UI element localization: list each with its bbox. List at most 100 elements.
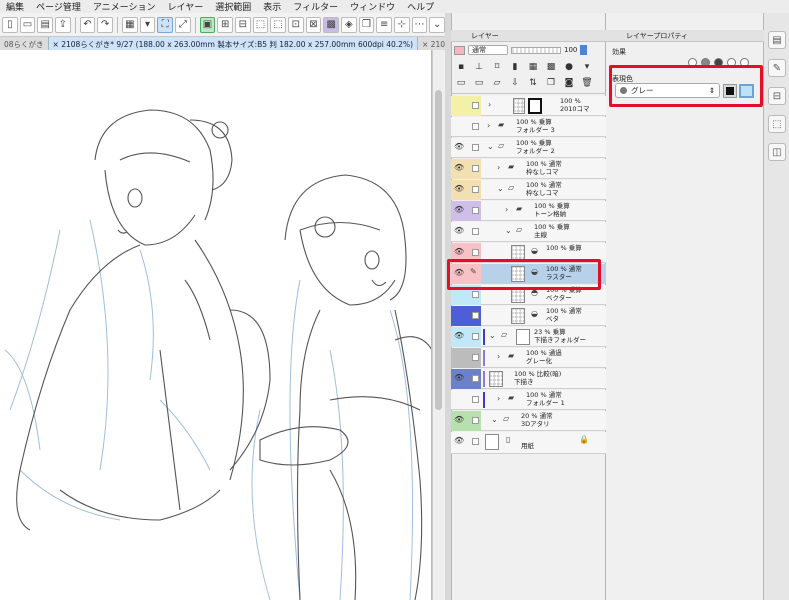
menu-animation[interactable]: アニメーション [87, 0, 162, 13]
layer-row[interactable]: 👁 ⌄ ▱ 23 % 乗算 下描きフォルダー [451, 327, 606, 347]
fit-selection-icon[interactable]: ⛶ [157, 16, 173, 33]
layer-checkbox[interactable] [472, 165, 479, 172]
grid-icon[interactable]: ⊞ [217, 16, 233, 33]
eye-icon[interactable]: 👁 [454, 416, 464, 426]
menu-layer[interactable]: レイヤー [161, 0, 209, 13]
menu-edit[interactable]: 編集 [0, 0, 30, 13]
invert-selection-icon[interactable]: ⊡ [287, 16, 304, 33]
add-icon[interactable]: ⊹ [394, 16, 410, 33]
eye-hidden-icon[interactable] [454, 353, 464, 363]
layer-checkbox[interactable] [472, 207, 479, 214]
page-icon[interactable]: ▦ [121, 16, 138, 33]
eye-hidden-icon[interactable] [454, 311, 464, 321]
chevron-down-icon[interactable]: ⌄ [429, 16, 445, 33]
eye-hidden-icon[interactable] [454, 290, 464, 300]
eye-icon[interactable]: 👁 [454, 143, 464, 153]
layer-row[interactable]: 👁 ⌄ ▱ 100 % 乗算 フォルダー 2 [451, 138, 606, 158]
eye-hidden-icon[interactable] [454, 122, 464, 132]
layer-row[interactable]: › ▰ 100 % 通常 フォルダー 1 [451, 390, 606, 410]
save-icon[interactable]: ▤ [37, 16, 54, 33]
opacity-slider[interactable] [511, 46, 561, 54]
eye-hidden-icon[interactable] [454, 395, 464, 405]
chevron-down-icon[interactable]: ⌄ [497, 185, 504, 193]
selection-layer-icon[interactable]: ⬚ [768, 115, 786, 133]
menu-page-management[interactable]: ページ管理 [30, 0, 87, 13]
layer-checkbox[interactable] [472, 375, 479, 382]
mask-add-icon[interactable]: ◙ [563, 77, 575, 89]
eye-icon[interactable]: 👁 [454, 185, 464, 195]
lock-pixels-icon[interactable]: ▮ [509, 61, 521, 73]
layer-color-swatch[interactable] [454, 45, 465, 55]
fill-icon[interactable]: ◈ [341, 16, 357, 33]
copy-icon[interactable]: ❐ [358, 16, 375, 33]
undo-icon[interactable]: ↶ [79, 16, 96, 33]
new-folder-icon[interactable]: ▱ [491, 77, 503, 89]
opacity-value[interactable]: 100 [564, 46, 577, 54]
layer-row[interactable]: 👁 ⌄ ▱ 100 % 通常 枠なしコマ [451, 180, 606, 200]
grid-mask-icon[interactable]: ▩ [545, 61, 557, 73]
merge-icon[interactable]: ⇩ [509, 77, 521, 89]
chevron-down-icon[interactable]: ⌄ [505, 227, 512, 235]
chevron-down-icon[interactable]: ⌄ [487, 143, 494, 151]
layer-checkbox[interactable] [472, 396, 479, 403]
export-icon[interactable]: ⇪ [55, 16, 71, 33]
layer-row-paper[interactable]: 👁 ▯ 用紙 🔒 [451, 432, 606, 454]
menu-window[interactable]: ウィンドウ [344, 0, 401, 13]
dropdown-icon[interactable]: ▾ [139, 16, 156, 33]
eye-icon[interactable]: 👁 [454, 227, 464, 237]
chevron-down-icon[interactable]: ⌄ [489, 332, 496, 340]
scrollbar-thumb[interactable] [435, 90, 442, 410]
opacity-spinner[interactable] [580, 45, 588, 55]
clip-icon[interactable]: ⊥ [473, 61, 485, 73]
new-file-icon[interactable]: ▯ [2, 16, 18, 33]
redo-icon[interactable]: ↷ [97, 16, 113, 33]
eye-icon[interactable]: 👁 [454, 206, 464, 216]
more-icon[interactable]: ⋯ [411, 16, 428, 33]
snap-icon[interactable]: ▣ [199, 16, 216, 33]
chevron-right-icon[interactable]: › [497, 395, 500, 403]
copy-layer-icon[interactable]: ❐ [545, 77, 557, 89]
eye-hidden-icon[interactable] [454, 101, 464, 111]
chevron-right-icon[interactable]: › [497, 353, 500, 361]
layer-icon[interactable]: ≡ [376, 16, 393, 33]
clear-selection-icon[interactable]: ⬚ [270, 16, 286, 33]
new-raster-layer-icon[interactable]: ▭ [455, 77, 467, 89]
ruler-icon[interactable]: ⊟ [234, 16, 251, 33]
eye-icon[interactable]: 👁 [454, 374, 464, 384]
new-vector-layer-icon[interactable]: ▭ [473, 77, 485, 89]
open-file-icon[interactable]: ▭ [19, 16, 36, 33]
layer-checkbox[interactable] [472, 354, 479, 361]
layer-row[interactable]: › ▰ 100 % 通過 グレー化 [451, 348, 606, 368]
layer-row[interactable]: ◒ 100 % 通常 ベタ [451, 306, 606, 326]
layer-checkbox[interactable] [472, 144, 479, 151]
chevron-down-icon[interactable]: ▾ [581, 61, 593, 73]
tone-icon[interactable]: ▩ [323, 16, 339, 33]
layer-search-icon[interactable]: ⊟ [768, 87, 786, 105]
layer-row[interactable]: 👁 › ▰ 100 % 通常 枠なしコマ [451, 159, 606, 179]
tab-document-active[interactable]: × 2108らくがき* 9/27 (188.00 x 263.00mm 製本サイ… [47, 37, 419, 50]
transform-icon[interactable]: ⤢ [174, 16, 191, 33]
trash-icon[interactable]: 🗑 [581, 77, 593, 89]
eye-icon[interactable]: 👁 [454, 248, 464, 258]
layer-row[interactable]: 👁 100 % 比較(暗) 下描き [451, 369, 606, 389]
brush-icon[interactable]: ✎ [768, 59, 786, 77]
layer-row[interactable]: 👁 › ▰ 100 % 乗算 トーン格納 [451, 201, 606, 221]
layer-checkbox[interactable] [472, 123, 479, 130]
layer-checkbox[interactable] [472, 312, 479, 319]
menu-view[interactable]: 表示 [257, 0, 287, 13]
mask-icon[interactable]: ▦ [527, 61, 539, 73]
layer-checkbox[interactable] [472, 417, 479, 424]
circle-icon[interactable]: ● [563, 61, 575, 73]
eye-icon[interactable]: 👁 [454, 332, 464, 342]
layer-row[interactable]: › 100 % 2010コマ [451, 96, 606, 116]
reference-icon[interactable]: ⌑ [491, 61, 503, 73]
layer-row[interactable]: 👁 ⌄ ▱ 100 % 乗算 主線 [451, 222, 606, 242]
layer-checkbox[interactable] [472, 333, 479, 340]
menu-help[interactable]: ヘルプ [401, 0, 440, 13]
layer-row[interactable]: › ▰ 100 % 乗算 フォルダー 3 [451, 117, 606, 137]
menu-selection[interactable]: 選択範囲 [209, 0, 257, 13]
eye-icon[interactable]: 👁 [454, 164, 464, 174]
chevron-right-icon[interactable]: › [488, 101, 491, 109]
menu-filter[interactable]: フィルター [287, 0, 344, 13]
selection-icon[interactable]: ⬚ [252, 16, 269, 33]
